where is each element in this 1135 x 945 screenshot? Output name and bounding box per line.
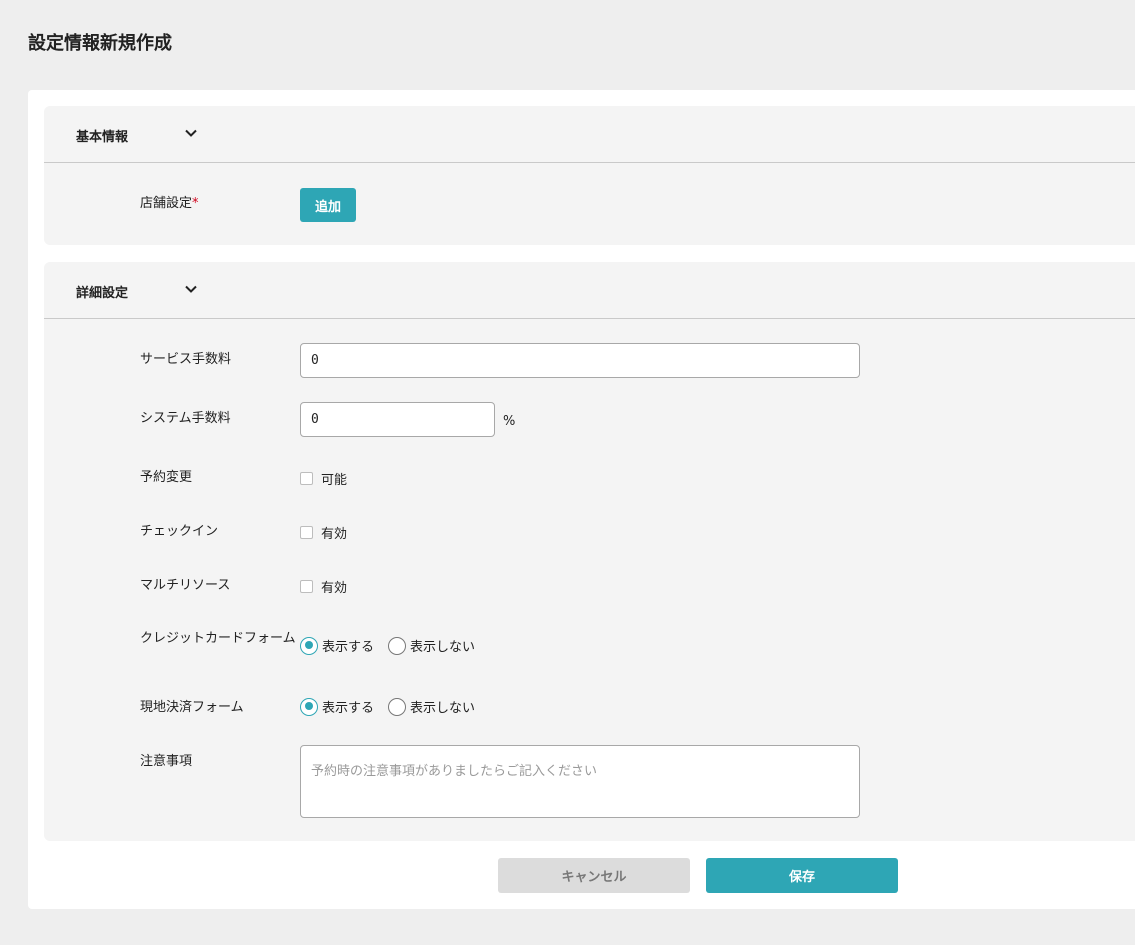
cancel-button[interactable]: キャンセル: [498, 858, 690, 893]
credit-card-form-hide-label[interactable]: 表示しない: [410, 636, 475, 655]
onsite-payment-form-label: 現地決済フォーム: [140, 700, 244, 715]
checkin-option: 有効: [321, 527, 348, 542]
reservation-change-checkbox[interactable]: [300, 472, 313, 485]
notes-textarea[interactable]: [300, 745, 860, 818]
detail-settings-header[interactable]: 詳細設定: [44, 262, 1135, 319]
credit-card-form-radio-group: 表示する 表示しない: [300, 636, 489, 655]
store-setting-label: 店舗設定*: [140, 196, 199, 211]
basic-info-section: 基本情報 店舗設定* 追加: [44, 106, 1135, 245]
form-card: 基本情報 店舗設定* 追加 詳細設定 サービス手数料 システム手数料 % 予約変…: [28, 90, 1135, 909]
detail-settings-section: 詳細設定 サービス手数料 システム手数料 % 予約変更 可能 チェックイン 有効…: [44, 262, 1135, 841]
chevron-down-icon[interactable]: [184, 126, 198, 140]
add-store-button[interactable]: 追加: [300, 188, 356, 222]
checkin-checkbox-row[interactable]: 有効: [300, 523, 347, 542]
notes-label: 注意事項: [140, 754, 193, 769]
percent-unit: %: [503, 414, 516, 429]
multi-resource-label: マルチリソース: [140, 578, 231, 593]
reservation-change-checkbox-row[interactable]: 可能: [300, 469, 347, 488]
onsite-payment-form-show-label[interactable]: 表示する: [322, 697, 374, 716]
system-fee-label: システム手数料: [140, 411, 231, 426]
save-button[interactable]: 保存: [706, 858, 898, 893]
onsite-payment-form-radio-group: 表示する 表示しない: [300, 697, 489, 716]
checkin-checkbox[interactable]: [300, 526, 313, 539]
checkin-label: チェックイン: [140, 524, 219, 539]
onsite-payment-form-show-radio[interactable]: [300, 697, 318, 716]
service-fee-input[interactable]: [300, 343, 860, 378]
system-fee-input[interactable]: [300, 402, 495, 437]
basic-info-header[interactable]: 基本情報: [44, 106, 1135, 163]
credit-card-form-show-radio[interactable]: [300, 636, 318, 655]
multi-resource-checkbox[interactable]: [300, 580, 313, 593]
credit-card-form-show-label[interactable]: 表示する: [322, 636, 374, 655]
basic-info-title: 基本情報: [76, 130, 129, 145]
credit-card-form-label: クレジットカードフォーム: [140, 631, 296, 646]
service-fee-label: サービス手数料: [140, 352, 232, 367]
reservation-change-label: 予約変更: [140, 470, 193, 485]
multi-resource-checkbox-row[interactable]: 有効: [300, 577, 347, 596]
detail-settings-title: 詳細設定: [76, 286, 129, 301]
onsite-payment-form-hide-label[interactable]: 表示しない: [410, 697, 475, 716]
onsite-payment-form-hide-radio[interactable]: [388, 697, 407, 716]
required-mark: *: [192, 196, 199, 211]
multi-resource-option: 有効: [321, 581, 348, 596]
reservation-change-option: 可能: [321, 473, 348, 488]
credit-card-form-hide-radio[interactable]: [388, 636, 407, 655]
page-title: 設定情報新規作成: [28, 33, 172, 54]
chevron-down-icon[interactable]: [184, 282, 198, 296]
